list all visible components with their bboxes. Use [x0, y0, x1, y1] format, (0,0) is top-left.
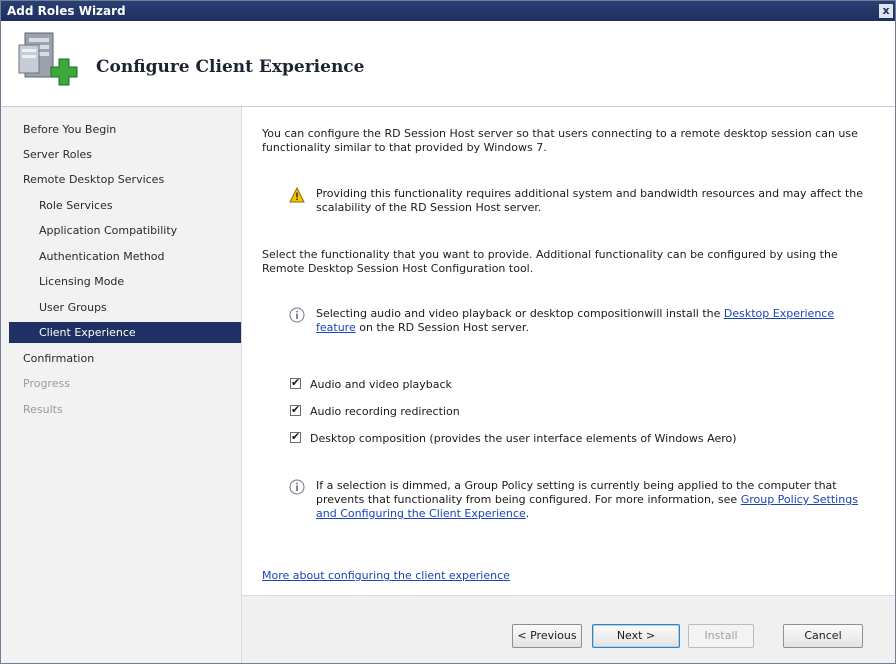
- intro-text: You can configure the RD Session Host se…: [262, 127, 858, 154]
- wizard-steps-sidebar: Before You Begin Server Roles Remote Des…: [1, 107, 242, 663]
- wizard-header: Configure Client Experience: [1, 21, 895, 107]
- more-about-client-experience-link[interactable]: More about configuring the client experi…: [262, 569, 510, 582]
- title-bar: Add Roles Wizard x: [1, 1, 895, 21]
- sidebar-item-client-experience[interactable]: Client Experience: [9, 322, 241, 343]
- warning-icon: [289, 187, 305, 203]
- audio-video-label[interactable]: Audio and video playback: [310, 377, 452, 393]
- audio-recording-label[interactable]: Audio recording redirection: [310, 404, 460, 420]
- warning-text: Providing this functionality requires ad…: [316, 187, 864, 214]
- more-info-row: More about configuring the client experi…: [262, 569, 865, 583]
- install-button: Install: [688, 624, 754, 648]
- wizard-content: You can configure the RD Session Host se…: [242, 107, 895, 595]
- sidebar-item-user-groups[interactable]: User Groups: [39, 297, 107, 318]
- sidebar-item-server-roles[interactable]: Server Roles: [23, 144, 92, 165]
- sidebar-item-before-you-begin[interactable]: Before You Begin: [23, 119, 116, 140]
- wizard-button-bar: < Previous Next > Install Cancel: [242, 595, 895, 663]
- audio-video-checkbox[interactable]: ✔: [290, 376, 301, 389]
- desktop-composition-label[interactable]: Desktop composition (provides the user i…: [310, 431, 737, 447]
- cancel-button[interactable]: Cancel: [783, 624, 863, 648]
- sidebar-item-progress: Progress: [23, 377, 70, 390]
- info-icon: [289, 479, 305, 495]
- sidebar-item-results: Results: [23, 403, 63, 416]
- sidebar-item-authentication-method[interactable]: Authentication Method: [39, 246, 165, 267]
- info1-text-post: on the RD Session Host server.: [355, 321, 529, 334]
- sidebar-item-licensing-mode[interactable]: Licensing Mode: [39, 271, 124, 292]
- previous-button[interactable]: < Previous: [512, 624, 582, 648]
- server-add-role-icon: [18, 32, 78, 86]
- info-icon: [289, 307, 305, 323]
- desktop-composition-checkbox[interactable]: ✔: [290, 430, 301, 443]
- sidebar-item-confirmation[interactable]: Confirmation: [23, 348, 94, 369]
- select-functionality-text: Select the functionality that you want t…: [262, 248, 838, 275]
- info-text-desktop-experience: Selecting audio and video playback or de…: [316, 307, 865, 335]
- page-title: Configure Client Experience: [96, 57, 365, 77]
- info2-text-post: .: [525, 507, 530, 520]
- window-title: Add Roles Wizard: [7, 4, 126, 18]
- next-button[interactable]: Next >: [592, 624, 680, 648]
- audio-recording-checkbox[interactable]: ✔: [290, 403, 301, 416]
- close-icon[interactable]: x: [879, 4, 893, 18]
- info-text-group-policy: If a selection is dimmed, a Group Policy…: [316, 479, 865, 521]
- add-roles-wizard-window: Add Roles Wizard x Configure Client Expe…: [0, 0, 896, 664]
- info1-text-pre: Selecting audio and video playback or de…: [316, 307, 724, 320]
- sidebar-item-application-compatibility[interactable]: Application Compatibility: [39, 220, 177, 241]
- sidebar-item-role-services[interactable]: Role Services: [39, 195, 113, 216]
- sidebar-item-remote-desktop-services[interactable]: Remote Desktop Services: [23, 169, 164, 190]
